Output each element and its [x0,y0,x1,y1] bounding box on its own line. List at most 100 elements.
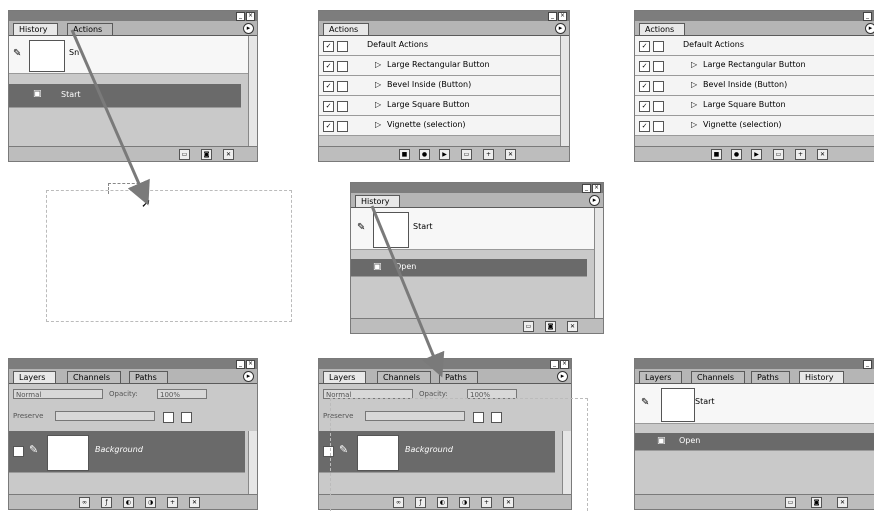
triangle-right-icon[interactable]: ▷ [375,100,381,109]
checkmark-icon[interactable]: ✓ [639,101,650,112]
panel-menu-icon[interactable]: ▸ [557,371,568,382]
dialog-toggle[interactable] [653,121,664,132]
action-row[interactable]: ✓ ▷ Large Square Button [319,96,563,116]
minimize-icon[interactable]: _ [236,360,245,369]
trash-icon[interactable]: ✕ [837,497,848,508]
action-row[interactable]: ✓ ▷ Large Square Button [635,96,874,116]
dialog-toggle[interactable] [337,81,348,92]
action-set-row[interactable]: ✓ Default Actions [319,36,563,56]
history-brush-icon[interactable]: ✎ [13,48,21,59]
action-row[interactable]: ✓ ▷ Vignette (selection) [319,116,563,136]
tab-layers[interactable]: Layers [13,371,57,383]
scrollbar[interactable] [594,208,603,318]
close-icon[interactable]: × [558,12,567,21]
action-row[interactable]: ✓ ▷ Vignette (selection) [635,116,874,136]
tab-history[interactable]: History [799,371,845,383]
checkmark-icon[interactable]: ✓ [323,101,334,112]
panel-titlebar[interactable]: _ [635,11,874,21]
new-action-icon[interactable]: + [483,149,494,160]
checkmark-icon[interactable]: ✓ [323,61,334,72]
trash-icon[interactable]: ✕ [223,149,234,160]
minimize-icon[interactable]: _ [548,12,557,21]
folder-icon[interactable]: ▭ [773,149,784,160]
minimize-icon[interactable]: _ [863,360,872,369]
panel-menu-icon[interactable]: ▸ [243,23,254,34]
trash-icon[interactable]: ✕ [189,497,200,508]
checkmark-icon[interactable]: ✓ [323,81,334,92]
triangle-right-icon[interactable]: ▷ [375,60,381,69]
trash-icon[interactable]: ✕ [505,149,516,160]
snapshot-row[interactable]: ✎ Start [351,208,595,250]
checkmark-icon[interactable]: ✓ [323,41,334,52]
close-icon[interactable]: × [246,360,255,369]
new-layer-icon[interactable]: + [167,497,178,508]
minimize-icon[interactable]: _ [863,12,872,21]
scrollbar[interactable] [560,36,569,146]
triangle-right-icon[interactable]: ▷ [691,60,697,69]
dialog-toggle[interactable] [653,41,664,52]
panel-titlebar[interactable]: _ × [9,11,257,21]
tab-layers[interactable]: Layers [639,371,683,383]
tab-history[interactable]: History [13,23,59,35]
triangle-right-icon[interactable]: ▷ [375,120,381,129]
folder-icon[interactable]: ▭ [461,149,472,160]
minimize-icon[interactable]: _ [582,184,591,193]
stop-icon[interactable]: ■ [711,149,722,160]
mask-icon[interactable]: ◐ [123,497,134,508]
dialog-toggle[interactable] [653,101,664,112]
stop-icon[interactable]: ■ [399,149,410,160]
trash-icon[interactable]: ✕ [817,149,828,160]
dialog-toggle[interactable] [337,121,348,132]
effects-icon[interactable]: ƒ [101,497,112,508]
history-state-row[interactable]: ▣ Open [635,433,874,451]
panel-titlebar[interactable]: _ [635,359,874,369]
play-icon[interactable]: ▶ [751,149,762,160]
dialog-toggle[interactable] [653,81,664,92]
tab-paths[interactable]: Paths [129,371,168,383]
camera-icon[interactable]: ◙ [545,321,556,332]
panel-titlebar[interactable]: _ × [319,359,571,369]
panel-menu-icon[interactable]: ▸ [589,195,600,206]
close-icon[interactable]: × [560,360,569,369]
panel-titlebar[interactable]: _ × [9,359,257,369]
layer-row[interactable]: ● ✎ Background [9,431,245,473]
checkmark-icon[interactable]: ✓ [323,121,334,132]
scrollbar[interactable] [248,431,257,495]
record-icon[interactable]: ● [731,149,742,160]
opacity-field[interactable]: 100% [157,389,207,399]
panel-menu-icon[interactable]: ▸ [243,371,254,382]
panel-menu-icon[interactable]: ▸ [865,23,874,34]
tab-paths[interactable]: Paths [751,371,790,383]
record-icon[interactable]: ● [419,149,430,160]
history-brush-icon[interactable]: ✎ [357,222,365,233]
minimize-icon[interactable]: _ [550,360,559,369]
adjustment-icon[interactable]: ◑ [145,497,156,508]
dialog-toggle[interactable] [337,41,348,52]
action-set-row[interactable]: ✓ Default Actions [635,36,874,56]
tab-paths[interactable]: Paths [439,371,478,383]
history-brush-icon[interactable]: ✎ [641,397,649,408]
new-document-icon[interactable]: ▭ [179,149,190,160]
tab-actions[interactable]: Actions [323,23,370,35]
preserve-select[interactable] [55,411,155,421]
triangle-right-icon[interactable]: ▷ [375,80,381,89]
camera-icon[interactable]: ◙ [811,497,822,508]
dialog-toggle[interactable] [653,61,664,72]
play-icon[interactable]: ▶ [439,149,450,160]
tab-channels[interactable]: Channels [691,371,746,383]
link-icon[interactable]: ∞ [79,497,90,508]
triangle-right-icon[interactable]: ▷ [691,100,697,109]
brush-icon[interactable]: ✎ [29,443,38,456]
new-document-icon[interactable]: ▭ [785,497,796,508]
lock-checkbox[interactable] [181,412,192,423]
panel-menu-icon[interactable]: ▸ [555,23,566,34]
checkmark-icon[interactable]: ✓ [639,41,650,52]
tab-history[interactable]: History [355,195,401,207]
history-state-row[interactable]: ▣ Start [9,84,241,108]
action-row[interactable]: ✓ ▷ Large Rectangular Button [319,56,563,76]
snapshot-row[interactable]: ✎ Start [635,384,874,424]
dialog-toggle[interactable] [337,101,348,112]
checkmark-icon[interactable]: ✓ [639,81,650,92]
checkmark-icon[interactable]: ✓ [639,121,650,132]
panel-titlebar[interactable]: _ × [351,183,603,193]
